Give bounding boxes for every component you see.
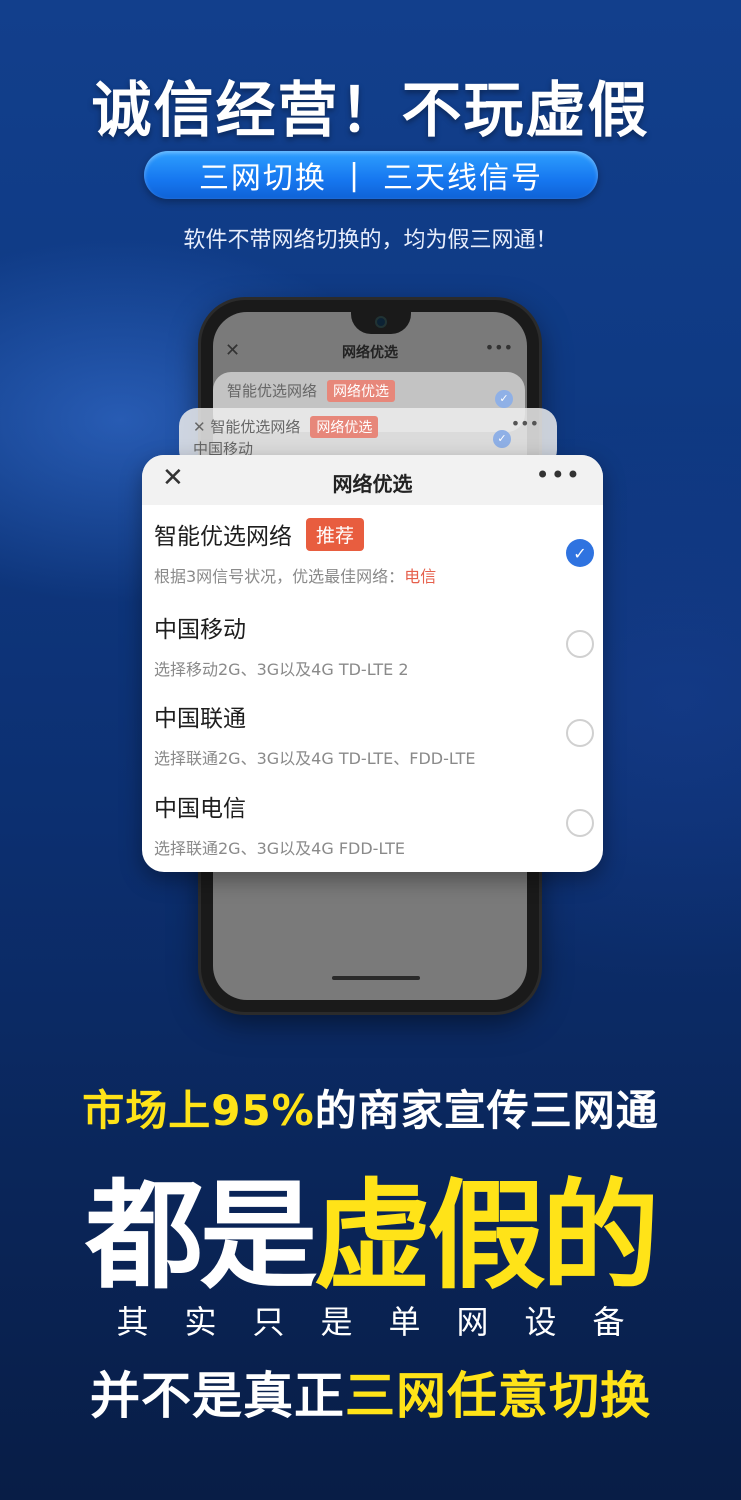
camera-icon	[375, 316, 387, 328]
card-title: 网络优选	[332, 472, 413, 496]
best-network-highlight: 电信	[404, 567, 437, 586]
more-icon: •••	[510, 414, 539, 433]
option-desc: 根据3网信号状况，优选最佳网络：电信	[154, 567, 437, 586]
claim-white: 的商家宣传三网通	[314, 1086, 659, 1135]
radio-unchecked-icon[interactable]	[566, 630, 594, 658]
option-china-mobile[interactable]: 中国移动 选择移动2G、3G以及4G TD-LTE 2	[154, 610, 594, 690]
check-icon: ✓	[493, 430, 511, 448]
claim-yellow: 市场上95%	[82, 1086, 315, 1135]
ghost-card-line: 智能优选网络	[210, 418, 301, 436]
option-china-telecom[interactable]: 中国电信 选择联通2G、3G以及4G FDD-LTE	[154, 789, 594, 869]
option-desc: 选择联通2G、3G以及4G FDD-LTE	[154, 839, 406, 858]
home-indicator	[332, 976, 420, 980]
option-name: 中国电信	[154, 796, 246, 822]
spaced-line: 其实只是单网设备	[116, 1303, 661, 1341]
ghost-card-tag: 网络优选	[310, 416, 379, 438]
card-header: ✕ 网络优选 •••	[142, 455, 603, 505]
feature-pill: 三网切换 | 三天线信号	[144, 151, 598, 199]
more-icon[interactable]: •••	[485, 338, 513, 357]
check-icon: ✓	[495, 390, 513, 408]
option-name: 中国联通	[154, 706, 246, 732]
option-name: 中国移动	[154, 617, 246, 643]
phone-screen-title: 网络优选	[342, 345, 398, 361]
subnote: 软件不带网络切换的，均为假三网通！	[183, 228, 558, 253]
option-smart[interactable]: 智能优选网络 推荐 根据3网信号状况，优选最佳网络：电信 ✓	[154, 517, 594, 597]
market-claim: 市场上95%的商家宣传三网通	[0, 1077, 741, 1138]
final-line: 并不是真正三网任意切换	[0, 1356, 741, 1428]
option-name: 智能优选网络	[154, 524, 292, 550]
close-icon: ✕	[193, 418, 211, 436]
pill-right-text: 三天线信号	[383, 161, 544, 196]
phone-screen-header: ✕ 网络优选 •••	[213, 334, 527, 372]
option-desc: 选择联通2G、3G以及4G TD-LTE、FDD-LTE	[154, 749, 476, 768]
final-white: 并不是真正	[90, 1367, 345, 1425]
pill-separator: |	[348, 157, 362, 193]
big-white: 都是	[85, 1167, 317, 1305]
radio-checked-icon[interactable]: ✓	[566, 539, 594, 567]
more-icon[interactable]: •••	[536, 461, 581, 489]
radio-unchecked-icon[interactable]	[566, 719, 594, 747]
headline: 诚信经营！不玩虚假	[91, 76, 650, 146]
radio-unchecked-icon[interactable]	[566, 809, 594, 837]
recommend-badge: 推荐	[306, 518, 365, 551]
big-yellow: 虚假的	[313, 1167, 660, 1305]
phone-notch	[351, 312, 411, 334]
big-statement: 都是虚假的	[0, 1140, 741, 1311]
ghost-card-tag: 网络优选	[327, 380, 396, 402]
final-yellow: 三网任意切换	[345, 1367, 651, 1425]
network-select-card: ✕ 网络优选 ••• 智能优选网络 推荐 根据3网信号状况，优选最佳网络：电信 ✓…	[142, 455, 603, 872]
ghost-card-line: 智能优选网络	[227, 382, 318, 400]
option-china-unicom[interactable]: 中国联通 选择联通2G、3G以及4G TD-LTE、FDD-LTE	[154, 699, 594, 779]
option-desc: 选择移动2G、3G以及4G TD-LTE 2	[154, 660, 409, 679]
pill-left-text: 三网切换	[198, 161, 327, 196]
